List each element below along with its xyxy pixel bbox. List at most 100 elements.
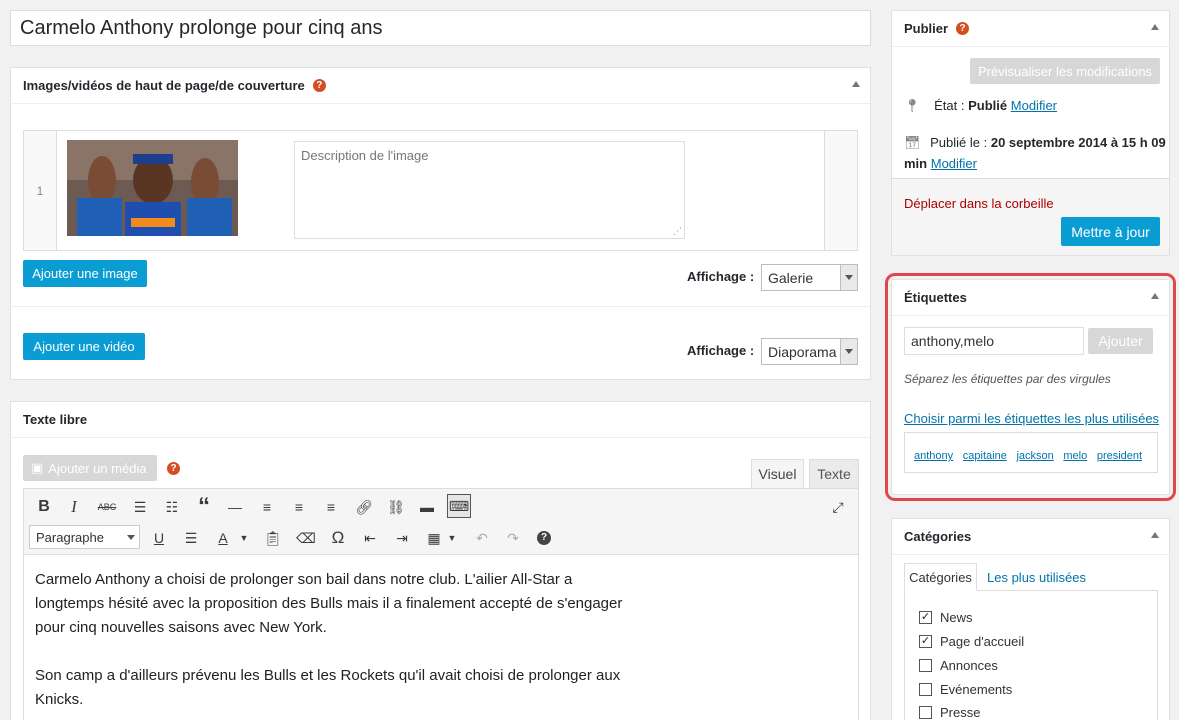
collapse-arrow-icon[interactable]: [852, 81, 860, 87]
align-center-icon[interactable]: ≡: [287, 495, 311, 519]
align-right-icon[interactable]: ≡: [319, 495, 343, 519]
image-description-placeholder: Description de l'image: [301, 148, 429, 163]
published-edit-link[interactable]: Modifier: [931, 156, 977, 171]
bold-icon[interactable]: B: [32, 495, 56, 519]
image-description-input[interactable]: Description de l'image ⋰: [294, 141, 685, 239]
link-icon[interactable]: 🔗︎: [352, 495, 376, 519]
category-checkbox[interactable]: ✓: [919, 611, 932, 624]
paste-text-icon[interactable]: 📋︎: [261, 526, 285, 550]
tag-link[interactable]: anthony: [914, 450, 953, 462]
tag-link[interactable]: president: [1097, 450, 1142, 462]
published-label: Publié le :: [930, 135, 988, 150]
trash-link[interactable]: Déplacer dans la corbeille: [904, 196, 1054, 211]
media-box-header[interactable]: Images/vidéos de haut de page/de couvert…: [11, 68, 870, 104]
paragraph-line: longtemps hésité avec la proposition des…: [35, 595, 623, 612]
add-tag-label: Ajouter: [1098, 333, 1143, 349]
image-thumbnail[interactable]: [67, 140, 238, 236]
status-value: Publié: [968, 98, 1008, 113]
add-tag-button[interactable]: Ajouter: [1088, 328, 1153, 354]
redo-icon[interactable]: ↷: [501, 526, 525, 550]
resize-handle-icon[interactable]: ⋰: [673, 226, 682, 237]
row-number-cell[interactable]: 1: [24, 131, 57, 250]
categories-header[interactable]: Catégories: [892, 519, 1169, 555]
format-select[interactable]: Paragraphe: [29, 525, 140, 549]
editor-toolbar: B I ABC ☰ ☷ “ — ≡ ≡ ≡ 🔗︎ ⛓︎ ▬ ⌨ ⤢ Paragr…: [23, 488, 859, 555]
clear-formatting-icon[interactable]: ⌫: [294, 526, 318, 550]
tab-all-categories[interactable]: Catégories: [904, 563, 977, 591]
preview-button[interactable]: Prévisualiser les modifications: [970, 58, 1160, 84]
underline-icon[interactable]: U: [147, 526, 171, 550]
chevron-down-icon[interactable]: ▼: [440, 526, 464, 550]
unlink-icon[interactable]: ⛓︎: [384, 495, 408, 519]
category-label: Evénements: [940, 682, 1013, 697]
paragraph-1: Carmelo Anthony a choisi de prolonger so…: [35, 568, 847, 640]
collapse-arrow-icon[interactable]: [1151, 24, 1159, 30]
horizontal-line-icon[interactable]: —: [223, 495, 247, 519]
category-label: News: [940, 610, 973, 625]
add-image-button[interactable]: Ajouter une image: [23, 260, 147, 287]
toolbar-toggle-icon[interactable]: ⌨: [447, 494, 471, 518]
tag-input[interactable]: anthony,melo: [904, 327, 1084, 355]
tags-box: Étiquettes anthony,melo Ajouter Séparez …: [891, 279, 1170, 495]
video-display-select[interactable]: Diaporama: [761, 338, 858, 365]
tab-visual[interactable]: Visuel: [751, 459, 804, 488]
status-edit-link[interactable]: Modifier: [1011, 98, 1057, 113]
tags-header[interactable]: Étiquettes: [892, 280, 1169, 316]
image-display-value: Galerie: [768, 269, 814, 286]
category-checkbox[interactable]: ✓: [919, 635, 932, 648]
add-media-label: Ajouter un média: [48, 460, 147, 476]
tag-link[interactable]: jackson: [1016, 450, 1053, 462]
numbered-list-icon[interactable]: ☷: [160, 495, 184, 519]
help-icon[interactable]: ?: [312, 79, 326, 92]
category-checkbox[interactable]: [919, 706, 932, 719]
publish-box: Publier ? Prévisualiser les modification…: [891, 10, 1170, 256]
chevron-down-icon[interactable]: ▼: [232, 526, 256, 550]
help-icon[interactable]: ?: [956, 22, 970, 35]
strikethrough-icon[interactable]: ABC: [95, 495, 119, 519]
indent-icon[interactable]: ⇥: [390, 526, 414, 550]
categories-title: Catégories: [904, 529, 972, 544]
add-image-label: Ajouter une image: [32, 266, 138, 281]
tab-most-used[interactable]: Les plus utilisées: [987, 570, 1086, 585]
chevron-down-icon: [122, 526, 139, 548]
video-display-label: Affichage :: [687, 343, 755, 358]
category-checkbox[interactable]: [919, 683, 932, 696]
media-icon: ▣: [31, 460, 44, 475]
tag-link[interactable]: capitaine: [963, 450, 1007, 462]
collapse-arrow-icon[interactable]: [1151, 532, 1159, 538]
update-button[interactable]: Mettre à jour: [1061, 217, 1160, 246]
paragraph-line: Knicks.: [35, 691, 84, 708]
video-display-value: Diaporama: [768, 343, 837, 360]
row-actions-cell[interactable]: [824, 131, 857, 250]
tab-text[interactable]: Texte: [809, 459, 859, 488]
tags-title: Étiquettes: [904, 290, 967, 305]
fullscreen-icon[interactable]: ⤢: [826, 495, 850, 519]
keyboard-help-icon[interactable]: ?: [532, 526, 556, 550]
tag-cloud: anthony capitaine jackson melo president: [904, 432, 1158, 473]
help-icon[interactable]: ?: [167, 462, 180, 475]
outdent-icon[interactable]: ⇤: [358, 526, 382, 550]
choose-most-used-link[interactable]: Choisir parmi les étiquettes les plus ut…: [904, 411, 1159, 426]
special-character-icon[interactable]: Ω: [326, 526, 350, 550]
tab-visual-label: Visuel: [758, 466, 797, 482]
italic-icon[interactable]: I: [62, 495, 86, 519]
blockquote-icon[interactable]: “: [192, 493, 216, 520]
tag-hint: Séparez les étiquettes par des virgules: [904, 372, 1111, 386]
publish-header[interactable]: Publier ?: [892, 11, 1169, 47]
add-video-button[interactable]: Ajouter une vidéo: [23, 333, 145, 360]
bullet-list-icon[interactable]: ☰: [128, 495, 152, 519]
free-text-title: Texte libre: [23, 412, 88, 427]
categories-box: Catégories Catégories Les plus utilisées…: [891, 518, 1170, 720]
collapse-arrow-icon[interactable]: [1151, 293, 1159, 299]
tag-link[interactable]: melo: [1063, 450, 1087, 462]
undo-icon[interactable]: ↶: [470, 526, 494, 550]
gallery-row: 1 Description de l'image ⋰: [23, 130, 858, 251]
add-media-button[interactable]: ▣ Ajouter un média: [23, 455, 157, 481]
post-title-input[interactable]: Carmelo Anthony prolonge pour cinq ans: [10, 10, 871, 46]
image-display-select[interactable]: Galerie: [761, 264, 858, 291]
read-more-icon[interactable]: ▬: [415, 495, 439, 519]
justify-icon[interactable]: ☰: [179, 526, 203, 550]
editor-content[interactable]: Carmelo Anthony a choisi de prolonger so…: [23, 555, 859, 720]
category-checkbox[interactable]: [919, 659, 932, 672]
align-left-icon[interactable]: ≡: [255, 495, 279, 519]
